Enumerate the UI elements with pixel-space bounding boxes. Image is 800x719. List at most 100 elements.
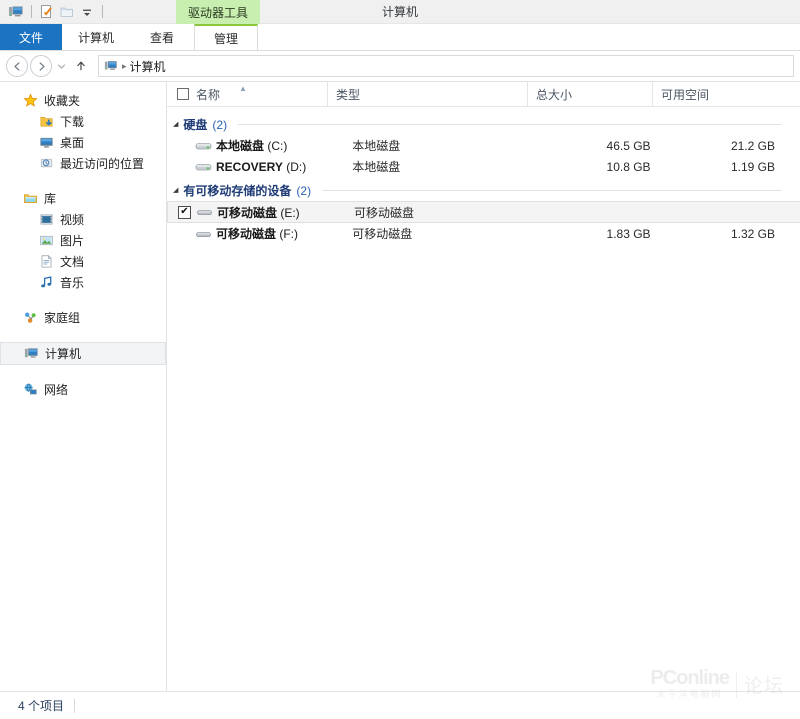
group-name: 硬盘	[183, 118, 208, 132]
removable-drive-icon	[195, 205, 213, 219]
sidebar-item-label: 图片	[60, 234, 85, 248]
table-row[interactable]: 可移动磁盘 (F:) 可移动磁盘 1.83 GB 1.32 GB	[167, 223, 800, 244]
table-row[interactable]: ✔ 可移动磁盘 (E:) 可移动磁盘	[167, 201, 800, 223]
pictures-icon	[38, 233, 54, 249]
customize-dropdown-icon[interactable]	[77, 2, 97, 22]
column-header-label: 可用空间	[661, 87, 710, 102]
removable-drive-icon	[194, 227, 212, 241]
row-size: 1.83 GB	[606, 226, 651, 241]
column-headers: 名称 ▲ 类型 总大小 可用空间	[167, 81, 800, 107]
status-separator	[74, 698, 76, 713]
address-input[interactable]: ▸ 计算机	[98, 55, 794, 77]
sidebar-item-recent-places[interactable]: 最近访问的位置	[0, 153, 166, 174]
sidebar-item-favorites[interactable]: 收藏夹	[0, 90, 166, 111]
row-type: 本地磁盘	[352, 139, 401, 153]
sidebar-item-label: 桌面	[60, 136, 85, 150]
network-icon	[22, 382, 38, 398]
row-free-space: 1.32 GB	[730, 226, 775, 241]
forward-arrow-icon[interactable]	[30, 55, 52, 77]
collapse-triangle-icon[interactable]: ◢	[173, 187, 178, 194]
group-count: (2)	[212, 117, 228, 132]
up-arrow-icon[interactable]	[70, 55, 92, 77]
row-name: 可移动磁盘 (F:)	[216, 227, 299, 241]
sidebar-item-videos[interactable]: 视频	[0, 209, 166, 230]
sidebar-item-label: 最近访问的位置	[60, 157, 145, 171]
row-type: 本地磁盘	[352, 160, 401, 174]
column-header-name[interactable]: 名称 ▲	[167, 82, 327, 107]
libraries-icon	[22, 191, 38, 207]
tab-computer[interactable]: 计算机	[62, 24, 130, 50]
sidebar-item-label: 下载	[60, 115, 85, 129]
homegroup-icon	[22, 310, 38, 326]
tab-manage[interactable]: 管理	[194, 24, 259, 50]
row-free-space: 1.19 GB	[730, 159, 775, 174]
status-item-count: 4 个项目	[18, 699, 65, 713]
group-count: (2)	[296, 183, 312, 198]
table-row[interactable]: RECOVERY (D:) 本地磁盘 10.8 GB 1.19 GB	[167, 156, 800, 177]
column-header-label: 总大小	[536, 87, 573, 102]
sidebar-item-label: 网络	[44, 383, 69, 397]
group-name: 有可移动存储的设备	[183, 184, 292, 198]
hard-drive-icon	[194, 160, 212, 174]
select-all-checkbox[interactable]	[175, 86, 191, 102]
collapse-triangle-icon[interactable]: ◢	[173, 121, 178, 128]
tab-file[interactable]: 文件	[0, 24, 62, 50]
sidebar-item-homegroup[interactable]: 家庭组	[0, 307, 166, 328]
breadcrumb-separator: ▸	[122, 60, 127, 71]
sidebar-item-label: 视频	[60, 213, 85, 227]
group-header-removable-devices[interactable]: ◢ 有可移动存储的设备 (2)	[167, 180, 800, 201]
table-row[interactable]: 本地磁盘 (C:) 本地磁盘 46.5 GB 21.2 GB	[167, 135, 800, 156]
recent-places-icon	[38, 156, 54, 172]
sidebar-item-libraries[interactable]: 库	[0, 188, 166, 209]
sidebar-item-label: 收藏夹	[44, 94, 81, 108]
sidebar-item-downloads[interactable]: 下载	[0, 111, 166, 132]
row-free-space: 21.2 GB	[730, 138, 775, 153]
window-title: 计算机	[381, 4, 418, 19]
sidebar-item-label: 计算机	[45, 347, 82, 361]
sidebar-item-music[interactable]: 音乐	[0, 272, 166, 293]
hard-drive-icon	[194, 139, 212, 153]
file-list: ◢ 硬盘 (2) 本地磁盘 (C:) 本地磁盘 46.5 GB 21.2 GB …	[167, 107, 800, 691]
column-header-type[interactable]: 类型	[327, 81, 527, 107]
row-name: 可移动磁盘 (E:)	[217, 205, 300, 220]
file-explorer-window: 驱动器工具 计算机 文件 计算机 查看 管理 ▸ 计算机 收藏夹 下载 桌面 最…	[0, 0, 800, 719]
column-header-label: 名称	[196, 87, 221, 102]
downloads-icon	[38, 114, 54, 130]
contextual-tab-header: 驱动器工具	[176, 0, 260, 24]
group-header-hard-disks[interactable]: ◢ 硬盘 (2)	[167, 114, 800, 135]
properties-icon[interactable]	[37, 2, 57, 22]
sidebar-item-documents[interactable]: 文档	[0, 251, 166, 272]
column-header-size[interactable]: 总大小	[527, 81, 652, 107]
tab-view[interactable]: 查看	[130, 24, 194, 50]
computer-icon	[23, 346, 39, 362]
sort-ascending-icon: ▲	[239, 83, 247, 93]
sidebar-item-desktop[interactable]: 桌面	[0, 132, 166, 153]
toolbar-separator-2	[102, 5, 103, 18]
breadcrumb[interactable]: 计算机	[130, 58, 166, 75]
ribbon-tab-strip: 文件 计算机 查看 管理	[0, 24, 800, 51]
sidebar-item-pictures[interactable]: 图片	[0, 230, 166, 251]
group-divider	[238, 124, 782, 125]
sidebar-item-network[interactable]: 网络	[0, 379, 166, 400]
row-type: 可移动磁盘	[352, 227, 413, 241]
new-folder-icon[interactable]	[57, 2, 77, 22]
tab-strip-filler	[258, 24, 800, 50]
row-checkbox[interactable]: ✔	[178, 205, 191, 219]
back-arrow-icon[interactable]	[6, 55, 28, 77]
music-icon	[38, 275, 54, 291]
column-header-free-space[interactable]: 可用空间	[652, 81, 777, 107]
explorer-body: 收藏夹 下载 桌面 最近访问的位置 库 视频 图片 文档 音乐 家庭组 计算机 …	[0, 81, 800, 691]
sidebar-item-label: 库	[44, 192, 57, 206]
file-list-pane: 名称 ▲ 类型 总大小 可用空间 ◢ 硬盘 (2) 本地磁盘 (C:) 本地磁盘…	[167, 81, 800, 691]
chevron-down-icon[interactable]	[54, 55, 68, 77]
sidebar-item-label: 家庭组	[44, 311, 81, 325]
row-name: RECOVERY (D:)	[216, 159, 307, 174]
sidebar-item-computer[interactable]: 计算机	[0, 342, 166, 365]
status-bar: 4 个项目	[0, 691, 800, 719]
row-size: 46.5 GB	[606, 138, 651, 153]
computer-icon[interactable]	[6, 2, 26, 22]
